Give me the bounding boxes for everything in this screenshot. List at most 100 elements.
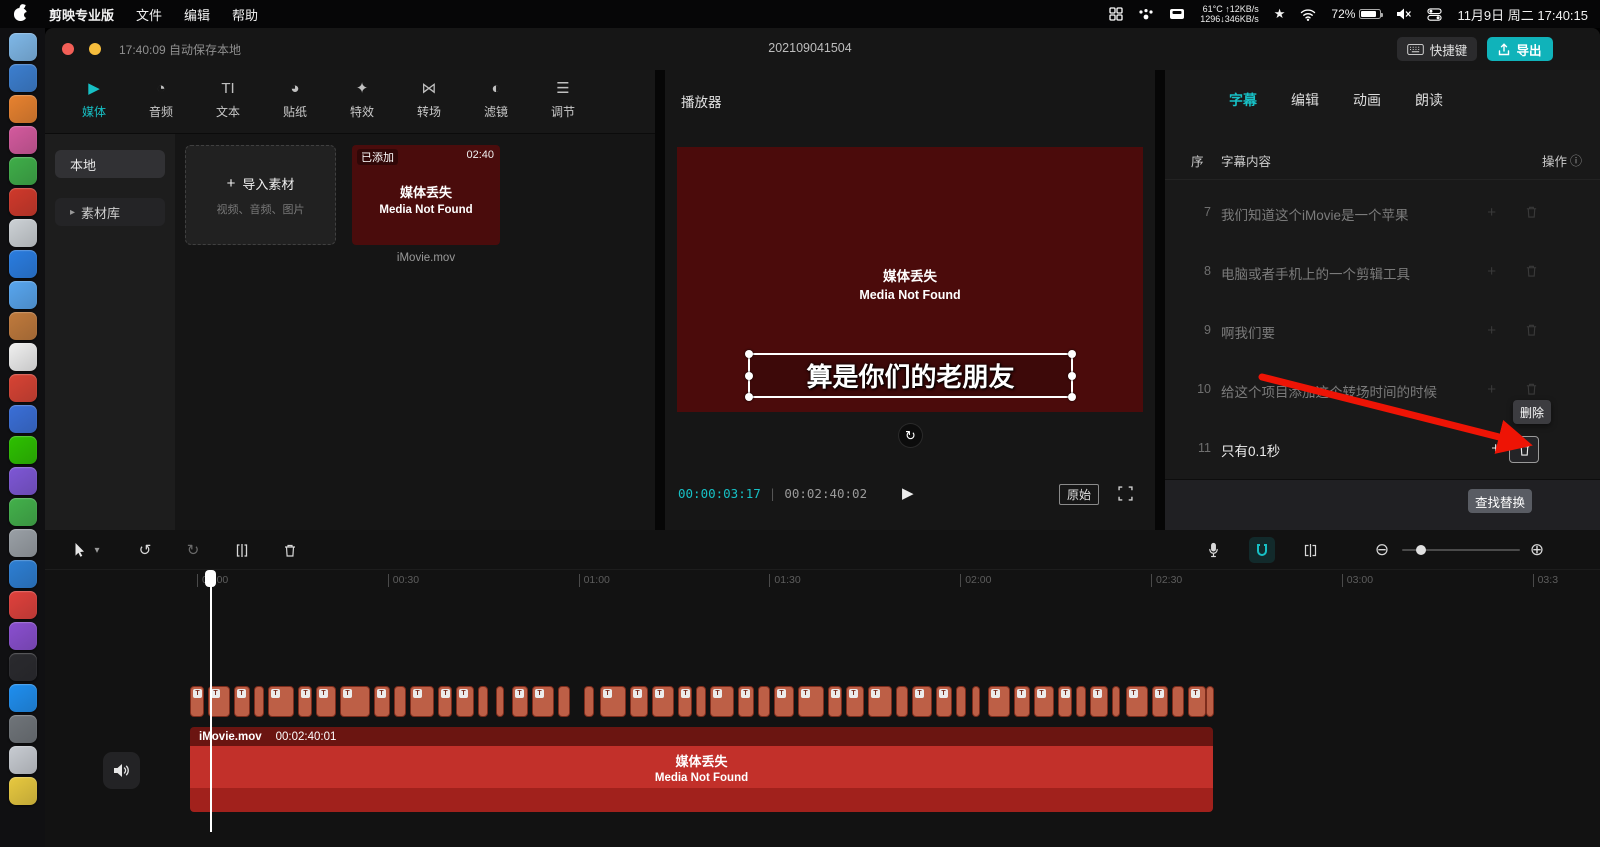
subtitle-clip[interactable]	[912, 686, 932, 717]
subtitle-row[interactable]: 9 啊我们要 +	[1165, 302, 1600, 361]
delete-subtitle-button[interactable]	[1509, 436, 1539, 463]
subtitle-row-active[interactable]: 11 只有0.1秒 +	[1165, 420, 1600, 479]
tab-adjust[interactable]: ☰调节	[542, 80, 584, 133]
apple-menu-icon[interactable]	[14, 8, 27, 21]
resize-handle[interactable]	[1068, 350, 1076, 358]
subtitle-clip[interactable]	[1152, 686, 1168, 717]
dock-icon[interactable]	[9, 529, 37, 557]
subtitle-clip[interactable]	[710, 686, 734, 717]
subtitle-clip[interactable]	[798, 686, 824, 717]
dock-icon[interactable]	[9, 405, 37, 433]
subtitle-clip[interactable]	[956, 686, 966, 717]
tab-media[interactable]: ▶媒体	[73, 80, 115, 133]
zoom-in-icon[interactable]: ⊕	[1524, 537, 1550, 563]
tab-audio[interactable]: ◔音频	[140, 80, 182, 133]
sidebar-item-library[interactable]: ▸素材库	[55, 198, 165, 226]
subtitle-clip[interactable]	[696, 686, 706, 717]
tab-subtitles[interactable]: 字幕	[1229, 90, 1257, 126]
subtitle-clip[interactable]	[1090, 686, 1108, 717]
system-stats[interactable]: 61°C ↑12KB/s 1296↓346KB/s	[1200, 4, 1259, 24]
subtitle-clip[interactable]	[374, 686, 390, 717]
dock-icon[interactable]	[9, 33, 37, 61]
select-tool-button[interactable]: ▾	[58, 537, 116, 563]
text-overlay-selection[interactable]: 算是你们的老朋友	[748, 353, 1073, 398]
fit-mode-button[interactable]: 原始	[1059, 484, 1099, 505]
subtitle-clip[interactable]	[190, 686, 204, 717]
timeline-ruler[interactable]: 00:0000:3001:0001:3002:0002:3003:0003:3	[45, 570, 1600, 592]
subtitle-clip[interactable]	[410, 686, 434, 717]
subtitle-clip[interactable]	[1014, 686, 1030, 717]
display-icon[interactable]	[1169, 8, 1185, 21]
mute-icon[interactable]	[1396, 7, 1412, 21]
subtitle-clip[interactable]	[1058, 686, 1072, 717]
subtitle-clip[interactable]	[652, 686, 674, 717]
video-track-clip[interactable]: iMovie.mov 00:02:40:01 媒体丢失 Media Not Fo…	[190, 727, 1213, 812]
info-icon[interactable]: ⓘ	[1570, 152, 1582, 169]
subtitle-clip[interactable]	[532, 686, 554, 717]
minimize-window-button[interactable]	[89, 43, 101, 55]
tab-effects[interactable]: ✦特效	[341, 80, 383, 133]
wifi-icon[interactable]	[1300, 8, 1316, 21]
menu-edit[interactable]: 编辑	[184, 5, 210, 24]
dock-icon[interactable]	[9, 374, 37, 402]
subtitle-clip[interactable]	[1076, 686, 1086, 717]
star-icon[interactable]: ★	[1274, 6, 1286, 22]
subtitle-clip[interactable]	[268, 686, 294, 717]
playhead-handle[interactable]	[205, 570, 216, 587]
dock-icon[interactable]	[9, 746, 37, 774]
dock-icon[interactable]	[9, 126, 37, 154]
subtitle-clip[interactable]	[600, 686, 626, 717]
dock-icon[interactable]	[9, 281, 37, 309]
dock-icon[interactable]	[9, 591, 37, 619]
media-clip-thumbnail[interactable]: 已添加 02:40 媒体丢失 Media Not Found	[352, 145, 500, 245]
tab-filters[interactable]: ◐滤镜	[475, 80, 517, 133]
menu-datetime[interactable]: 11月9日 周二 17:40:15	[1457, 5, 1588, 24]
dock-icon[interactable]	[9, 436, 37, 464]
dock-icon[interactable]	[9, 95, 37, 123]
subtitle-clip[interactable]	[1172, 686, 1184, 717]
preview-axis-icon[interactable]	[1297, 537, 1323, 563]
record-audio-icon[interactable]	[1200, 537, 1226, 563]
subtitle-clip[interactable]	[340, 686, 370, 717]
play-button[interactable]: ▶	[902, 484, 914, 502]
subtitle-clip[interactable]	[738, 686, 754, 717]
tab-animation[interactable]: 动画	[1353, 90, 1381, 126]
subtitle-clip[interactable]	[936, 686, 952, 717]
delete-button[interactable]	[277, 537, 303, 563]
tab-edit[interactable]: 编辑	[1291, 90, 1319, 126]
resize-handle[interactable]	[745, 372, 753, 380]
dock-icon[interactable]	[9, 312, 37, 340]
dock-icon[interactable]	[9, 64, 37, 92]
subtitle-clip[interactable]	[630, 686, 648, 717]
subtitle-clip[interactable]	[584, 686, 594, 717]
subtitle-clip[interactable]	[1112, 686, 1120, 717]
dock-icon[interactable]	[9, 653, 37, 681]
dock-icon[interactable]	[9, 188, 37, 216]
delete-subtitle-icon[interactable]	[1525, 323, 1538, 337]
zoom-out-icon[interactable]: ⊖	[1369, 537, 1395, 563]
find-replace-button[interactable]: 查找替换	[1468, 489, 1532, 513]
control-center-icon[interactable]	[1427, 7, 1442, 22]
import-media-button[interactable]: +导入素材 视频、音频、图片	[185, 145, 336, 245]
magnet-icon[interactable]	[1249, 537, 1275, 563]
subtitle-clip[interactable]	[478, 686, 488, 717]
subtitle-row[interactable]: 7 我们知道这个iMovie是一个苹果 +	[1165, 184, 1600, 243]
add-subtitle-icon[interactable]: +	[1487, 204, 1496, 221]
add-subtitle-icon[interactable]: +	[1487, 322, 1496, 339]
dock-icon[interactable]	[9, 777, 37, 805]
subtitle-clip[interactable]	[496, 686, 504, 717]
dock-icon[interactable]	[9, 250, 37, 278]
playhead[interactable]	[210, 570, 212, 832]
subtitle-clip[interactable]	[774, 686, 794, 717]
subtitle-clip[interactable]	[896, 686, 908, 717]
delete-subtitle-icon[interactable]	[1525, 382, 1538, 396]
subtitle-clip[interactable]	[868, 686, 892, 717]
fullscreen-icon[interactable]	[1118, 486, 1133, 501]
export-button[interactable]: 导出	[1487, 37, 1553, 61]
subtitle-clip[interactable]	[316, 686, 336, 717]
subtitle-clip[interactable]	[394, 686, 406, 717]
dots-icon[interactable]	[1138, 8, 1154, 20]
subtitle-clip[interactable]	[972, 686, 980, 717]
close-window-button[interactable]	[62, 43, 74, 55]
resize-handle[interactable]	[745, 350, 753, 358]
